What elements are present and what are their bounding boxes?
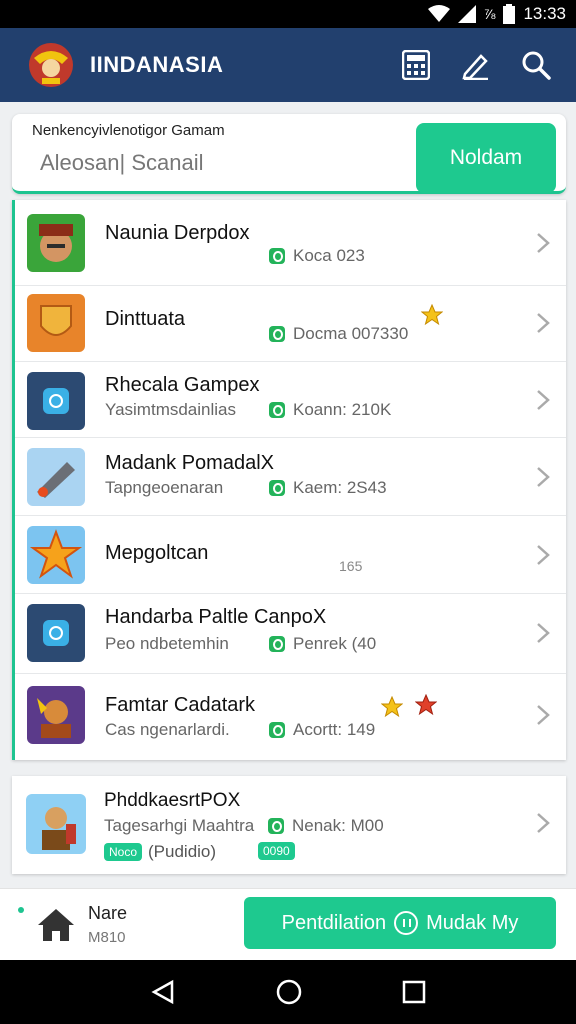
primary-action-button[interactable]: Pentdilation Mudak My [244,897,556,949]
system-nav-bar [0,960,576,1024]
status-time: 13:33 [523,4,566,23]
rating-badge-icon [269,480,285,496]
game-icon-shield [27,294,85,352]
chevron-right-icon [537,313,550,333]
game-icon-adventurer [26,794,86,854]
search-icon [522,51,551,80]
featured-meta: Nenak: M00 [268,816,384,836]
featured-tags: Noco (Pudidio) [104,842,216,862]
list-item-meta: Docma 007330 [269,324,408,344]
rating-badge-icon [269,636,285,652]
featured-item[interactable]: PhddkaesrtPOX Tagesarhgi Maahtra Nenak: … [12,776,566,874]
list-item-name: Dinttuata [105,308,186,330]
indicator-dot [18,907,24,913]
rating-badge-icon [269,402,285,418]
game-icon-hero [27,686,85,744]
edit-button[interactable] [452,41,500,89]
chevron-right-icon [537,705,550,725]
chevron-right-icon [537,545,550,565]
list-item-meta: Koann: 210K [269,400,391,420]
list-item-name: Mepgoltcan [105,542,209,564]
list-item-name: Madank PomadalX [105,452,274,474]
recents-icon[interactable] [402,980,426,1004]
home-sublabel: M810 [88,929,126,946]
edit-icon [462,54,488,80]
app-bar: IINDANASIA [0,28,576,102]
list-item-name: Naunia Derpdox [105,222,250,244]
rating-badge-icon [269,722,285,738]
rating-badge-icon [269,326,285,342]
list-item[interactable]: Madank PomadalX Tapngeoenaran Kaem: 2S43 [15,438,566,516]
list-item-name: Rhecala Gampex [105,374,260,396]
tag-pill: Noco [104,843,143,861]
list-item[interactable]: Dinttuata Docma 007330 [15,286,566,362]
search-submit-button[interactable]: Noldam [416,123,556,193]
list-item[interactable]: Naunia Derpdox Koca 023 [15,200,566,286]
search-label: Nenkencyivlenotigor Gamam [32,122,225,139]
list-item-subtitle: Yasimtmsdainlias [105,400,237,419]
game-list: Naunia Derpdox Koca 023 Dinttuata Docma … [12,200,566,760]
app-title: IINDANASIA [90,52,224,77]
game-icon-warrior [27,214,85,272]
battery-icon [503,4,516,24]
list-item[interactable]: Mepgoltcan 165 [15,516,566,594]
back-icon[interactable] [150,979,176,1005]
cta-label: Pentdilation [281,911,387,934]
list-item[interactable]: Handarba Paltle CanpoX Peo ndbetemhin Pe… [15,594,566,674]
rating-badge-icon [269,248,285,264]
game-icon-star [27,526,85,584]
chevron-right-icon [537,623,550,643]
chevron-right-icon [537,813,550,833]
tag-text: (Pudidio) [148,842,217,861]
list-item-meta: Penrek (40 [269,634,376,654]
calculator-button[interactable] [392,41,440,89]
list-item-subtitle: Peo ndbetemhin [105,634,229,653]
calculator-icon [402,50,430,80]
game-icon-blue-badge [27,372,85,430]
battery-percent: ⅞ [483,6,496,22]
emblem-logo-icon [29,43,73,87]
game-icon-blue-badge-2 [27,604,85,662]
list-item-subtitle: Cas ngenarlardi. [105,720,230,739]
game-icon-spaceship [27,448,85,506]
star-icon [421,304,443,326]
list-item-meta: Acortt: 149 [269,720,375,740]
list-item-subtitle: Tapngeoenaran [105,478,224,497]
search-button[interactable] [512,41,560,89]
list-item-meta: Kaem: 2S43 [269,478,387,498]
chevron-right-icon [537,390,550,410]
chevron-right-icon [537,233,550,253]
home-label: Nare [88,903,128,923]
tag-pill-2: 0090 [258,842,295,860]
list-item[interactable]: Famtar Cadatark Cas ngenarlardi. Acortt:… [15,674,566,760]
star-icon [381,696,403,718]
home-nav-icon[interactable] [275,978,303,1006]
signal-icon [457,5,476,23]
home-icon[interactable] [36,905,76,945]
list-item-meta: Koca 023 [269,246,365,266]
list-item[interactable]: Rhecala Gampex Yasimtmsdainlias Koann: 2… [15,362,566,438]
wifi-icon [427,5,450,22]
chevron-right-icon [537,467,550,487]
cta-label-2: Mudak My [426,911,519,934]
search-input[interactable]: Aleosan| Scanail [40,150,410,184]
bottom-bar: Nare M810 Pentdilation Mudak My [0,888,576,960]
list-item-name: Handarba Paltle CanpoX [105,606,327,628]
rating-badge-icon [268,818,284,834]
featured-name: PhddkaesrtPOX [104,790,241,811]
status-bar: ⅞ 13:33 [0,0,576,28]
list-item-meta: 165 [339,558,363,574]
search-card: Nenkencyivlenotigor Gamam Aleosan| Scana… [12,114,566,194]
play-circle-icon [394,911,419,935]
featured-subtitle: Tagesarhgi Maahtra [104,816,255,835]
star-red-icon [415,694,437,716]
list-item-name: Famtar Cadatark [105,694,256,716]
